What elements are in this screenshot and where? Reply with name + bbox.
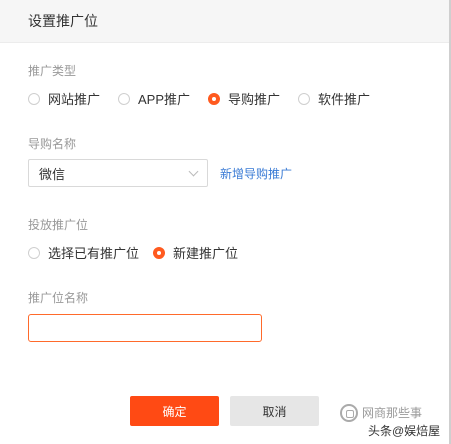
add-guide-promo-link[interactable]: 新增导购推广 — [220, 165, 292, 182]
confirm-button[interactable]: 确定 — [130, 396, 219, 426]
radio-circle-icon — [28, 92, 40, 105]
watermark-logo-icon — [340, 404, 358, 422]
promo-type-label: 推广类型 — [28, 64, 77, 78]
radio-circle-icon — [298, 92, 311, 105]
radio-website-promo[interactable]: 网站推广 — [28, 89, 100, 108]
radio-circle-icon — [28, 246, 40, 259]
watermark-line1: 网商那些事 — [362, 406, 423, 420]
placement-radio-group: 选择已有推广位 新建推广位 — [28, 243, 256, 262]
radio-label: 导购推广 — [228, 92, 281, 107]
cancel-button[interactable]: 取消 — [230, 396, 319, 426]
watermark: 网商那些事 头条@娱焙屋 — [338, 402, 448, 442]
radio-selected-icon — [208, 92, 221, 105]
guide-name-select[interactable]: 微信 — [28, 159, 208, 187]
radio-shopping-guide-promo[interactable]: 导购推广 — [208, 89, 280, 108]
placement-label: 投放推广位 — [28, 218, 89, 232]
radio-label: 新建推广位 — [173, 246, 239, 261]
radio-label: 网站推广 — [48, 92, 101, 107]
radio-app-promo[interactable]: APP推广 — [118, 89, 190, 108]
promotion-position-dialog: 设置推广位 推广类型 网站推广 APP推广 导购推广 软件推广 导购名称 微信 … — [0, 0, 451, 444]
placement-name-input[interactable] — [28, 314, 262, 342]
dialog-header: 设置推广位 — [0, 0, 449, 43]
radio-circle-icon — [118, 92, 131, 105]
guide-name-selected-value: 微信 — [39, 166, 66, 182]
promo-type-radio-group: 网站推广 APP推广 导购推广 软件推广 — [28, 89, 388, 108]
radio-select-existing-placement[interactable]: 选择已有推广位 — [28, 243, 139, 262]
chevron-down-icon — [188, 166, 199, 177]
radio-selected-icon — [153, 246, 166, 259]
radio-label: 软件推广 — [318, 92, 371, 107]
watermark-line2: 头条@娱焙屋 — [368, 424, 441, 438]
radio-software-promo[interactable]: 软件推广 — [298, 89, 370, 108]
dialog-title: 设置推广位 — [28, 13, 98, 29]
placement-name-label: 推广位名称 — [28, 291, 89, 305]
radio-label: 选择已有推广位 — [48, 246, 140, 261]
radio-label: APP推广 — [138, 92, 191, 107]
guide-name-label: 导购名称 — [28, 137, 77, 151]
radio-new-placement[interactable]: 新建推广位 — [153, 243, 238, 262]
